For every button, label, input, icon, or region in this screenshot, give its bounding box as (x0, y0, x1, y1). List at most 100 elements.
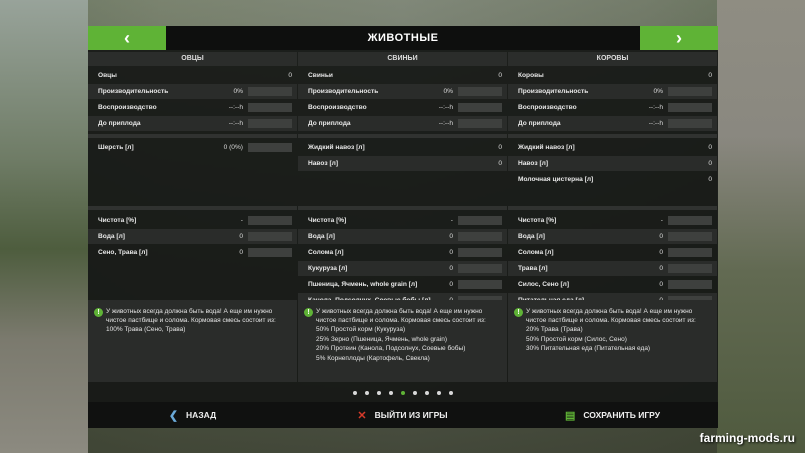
page-dot[interactable] (377, 391, 381, 395)
stat-label: Вода [л] (308, 233, 335, 240)
stat-label: Чистота [%] (518, 217, 557, 224)
page-dot[interactable] (413, 391, 417, 395)
stat-label: Воспроизводство (308, 104, 367, 111)
stat-row: Кукуруза [л] 0 (298, 261, 507, 276)
stat-value: 0 (659, 249, 663, 256)
stat-label: Чистота [%] (308, 217, 347, 224)
animals-panel: ‹ ЖИВОТНЫЕ › ОВЦЫ Овцы 0 Производительность… (88, 26, 718, 428)
stat-row: Жидкий навоз [л] 0 (508, 140, 717, 155)
save-label: СОХРАНИТЬ ИГРУ (583, 410, 661, 420)
column-title: СВИНЬИ (298, 52, 507, 66)
page-title: ЖИВОТНЫЕ (367, 32, 439, 44)
info-description: У животных всегда должна быть вода! А ещ… (316, 308, 486, 324)
stat-label: Сено, Трава [л] (98, 249, 148, 256)
next-page-button[interactable]: › (640, 26, 718, 50)
progress-bar (668, 264, 712, 273)
save-game-button[interactable]: ▤ СОХРАНИТЬ ИГРУ (508, 402, 717, 428)
stat-label: Солома [л] (518, 249, 554, 256)
progress-bar (458, 87, 502, 96)
page-dot[interactable] (365, 391, 369, 395)
stat-value: 0% (233, 88, 243, 95)
stat-row: Силос, Сено [л] 0 (508, 277, 717, 292)
progress-bar (668, 119, 712, 128)
prev-page-button[interactable]: ‹ (88, 26, 166, 50)
stat-value: --:--h (228, 120, 243, 127)
quit-label: ВЫЙТИ ИЗ ИГРЫ (374, 410, 448, 420)
stat-row: Воспроизводство --:--h (508, 100, 717, 115)
stat-row: Жидкий навоз [л] 0 (298, 140, 507, 155)
progress-bar (248, 248, 292, 257)
stat-row: Чистота [%] - (508, 213, 717, 228)
back-button[interactable]: ❮ НАЗАД (88, 402, 297, 428)
stat-row: Шерсть [л] 0 (0%) (88, 140, 297, 155)
section-divider (298, 206, 507, 210)
page-indicator (88, 386, 718, 400)
stat-value: 0 (498, 160, 502, 167)
chevron-left-icon: ‹ (124, 27, 130, 48)
save-icon: ▤ (564, 409, 576, 422)
quit-game-button[interactable]: ✕ ВЫЙТИ ИЗ ИГРЫ (298, 402, 507, 428)
progress-bar (668, 248, 712, 257)
progress-bar (668, 216, 712, 225)
page-dot[interactable] (449, 391, 453, 395)
progress-bar (668, 280, 712, 289)
watermark: farming-mods.ru (699, 431, 795, 445)
progress-bar (458, 248, 502, 257)
stat-value: 0 (708, 160, 712, 167)
stat-row: Вода [л] 0 (298, 229, 507, 244)
section-divider (508, 134, 717, 138)
stat-label: Вода [л] (518, 233, 545, 240)
column-title: КОРОВЫ (508, 52, 717, 66)
stat-value: 0% (653, 88, 663, 95)
stat-value: 0 (498, 144, 502, 151)
progress-bar (458, 119, 502, 128)
back-label: НАЗАД (186, 410, 217, 420)
stat-row: Чистота [%] - (298, 213, 507, 228)
progress-bar (458, 216, 502, 225)
back-arrow-icon: ❮ (168, 409, 179, 422)
stat-label: Кукуруза [л] (308, 265, 348, 272)
stat-label: Вода [л] (98, 233, 125, 240)
stat-label: Трава [л] (518, 265, 548, 272)
stat-label: Солома [л] (308, 249, 344, 256)
progress-bar (458, 103, 502, 112)
stat-value: 0 (449, 265, 453, 272)
feed-mix-item: 100% Трава (Сено, Трава) (106, 326, 186, 334)
stat-row: Солома [л] 0 (298, 245, 507, 260)
stat-label: Воспроизводство (98, 104, 157, 111)
stat-row: Навоз [л] 0 (508, 156, 717, 171)
column-0: ОВЦЫ Овцы 0 Производительность 0% Воспроизвод… (88, 52, 297, 320)
close-x-icon: ✕ (357, 409, 367, 422)
page-dot[interactable] (437, 391, 441, 395)
page-dot[interactable] (389, 391, 393, 395)
feed-mix-item: 20% Трава (Трава) (526, 326, 583, 334)
chevron-right-icon: › (676, 27, 682, 48)
stat-value: 0 (659, 265, 663, 272)
stat-label: До приплода (518, 120, 561, 127)
stat-value: --:--h (648, 104, 663, 111)
stat-row: Свиньи 0 (298, 68, 507, 83)
stat-label: Жидкий навоз [л] (518, 144, 575, 151)
page-dot[interactable] (353, 391, 357, 395)
stat-value: 0 (659, 233, 663, 240)
column-1: СВИНЬИ Свиньи 0 Производительность 0% Воспрои… (298, 52, 507, 321)
stat-value: 0 (288, 72, 292, 79)
page-dot[interactable] (401, 391, 405, 395)
stat-value: 0 (498, 72, 502, 79)
stat-value: - (450, 217, 453, 224)
feed-mix-item: 20% Протеин (Канола, Подсолнух, Соевые б… (316, 345, 466, 353)
feed-info-box: ! У животных всегда должна быть вода! А е… (508, 300, 717, 382)
progress-bar (248, 87, 292, 96)
column-2: КОРОВЫ Коровы 0 Производительность 0% Воспрои… (508, 52, 717, 320)
stat-row: Навоз [л] 0 (298, 156, 507, 171)
info-icon: ! (514, 308, 523, 317)
stat-row: Воспроизводство --:--h (298, 100, 507, 115)
stat-value: 0 (239, 249, 243, 256)
page-dot[interactable] (425, 391, 429, 395)
background-right (717, 0, 805, 453)
section-divider (88, 206, 297, 210)
progress-bar (668, 103, 712, 112)
progress-bar (458, 232, 502, 241)
info-icon: ! (94, 308, 103, 317)
stat-label: Навоз [л] (308, 160, 339, 167)
